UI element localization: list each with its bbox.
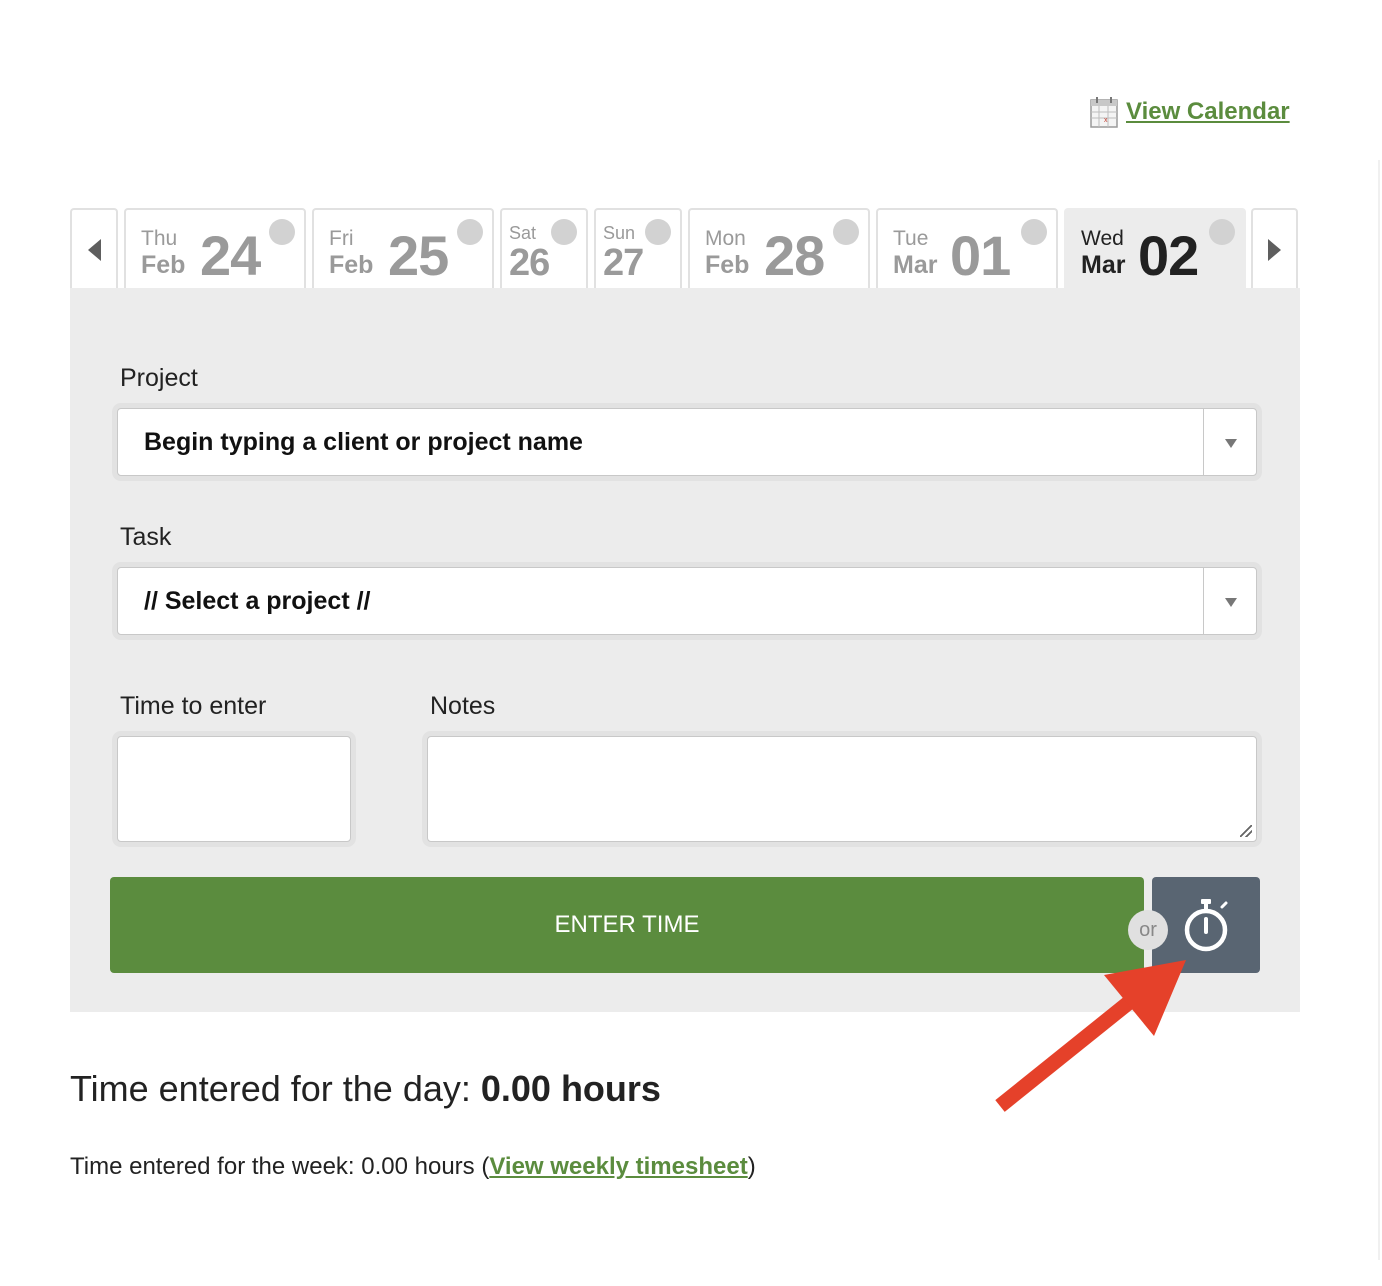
day-tabs: Thu Feb 24 Fri Feb 25 Sat 26 Sun 27 Mon … [70,208,1300,290]
day-total-label: Time entered for the day: [70,1068,481,1109]
day-number: 24 [200,224,261,287]
project-select-value: Begin typing a client or project name [144,428,583,456]
day-tab-sat-26[interactable]: Sat 26 [500,208,588,290]
start-timer-button[interactable] [1152,877,1260,973]
day-number: 25 [388,224,449,287]
project-select[interactable]: Begin typing a client or project name [117,408,1257,476]
day-status-dot [833,219,859,245]
day-of-week: Thu [141,227,178,250]
notes-label: Notes [430,692,496,720]
or-separator: or [1128,910,1168,950]
day-number: 26 [509,242,550,284]
task-select[interactable]: // Select a project // [117,567,1257,635]
day-tab-tue-01[interactable]: Tue Mar 01 [876,208,1058,290]
day-number: 01 [950,224,1011,287]
day-tab-fri-25[interactable]: Fri Feb 25 [312,208,494,290]
time-input[interactable] [117,736,351,842]
week-total-suffix: ) [747,1153,756,1180]
day-number: 28 [764,224,825,287]
day-of-week: Sun [603,223,636,243]
day-month: Mar [893,251,938,279]
project-label: Project [120,364,198,392]
svg-text:x: x [1104,117,1108,124]
day-total-value: 0.00 hours [480,1068,661,1109]
day-number: 27 [603,242,644,284]
day-status-dot [1209,219,1235,245]
day-of-week: Fri [329,227,354,250]
day-of-week: Wed [1081,227,1124,250]
day-month: Mar [1081,251,1126,279]
resize-handle-icon[interactable] [1240,825,1252,837]
day-of-week: Mon [705,227,746,250]
day-month: Feb [705,251,750,279]
view-calendar-link-group[interactable]: x View Calendar [1090,96,1290,128]
previous-day-button[interactable] [70,208,118,290]
calendar-icon: x [1090,97,1118,128]
day-month: Feb [329,251,374,279]
day-of-week: Sat [509,223,537,243]
view-calendar-link[interactable]: View Calendar [1126,98,1290,126]
day-status-dot [1021,219,1047,245]
next-day-button[interactable] [1251,208,1298,290]
week-total-label: Time entered for the week: 0.00 hours ( [70,1153,490,1180]
chevron-down-icon[interactable] [1225,439,1237,448]
day-status-dot [457,219,483,245]
page-edge [1378,160,1380,1260]
day-status-dot [551,219,577,245]
task-label: Task [120,523,172,551]
stopwatch-icon [1184,899,1228,952]
view-weekly-timesheet-link[interactable]: View weekly timesheet [489,1153,747,1180]
task-select-value: // Select a project // [144,587,371,615]
day-number: 02 [1138,224,1199,287]
day-status-dot [645,219,671,245]
day-tab-sun-27[interactable]: Sun 27 [594,208,682,290]
day-tab-mon-28[interactable]: Mon Feb 28 [688,208,870,290]
enter-time-button[interactable]: ENTER TIME [110,877,1144,973]
time-to-enter-label: Time to enter [120,692,267,720]
select-divider [1203,409,1204,475]
notes-textarea[interactable] [427,736,1257,842]
day-total: Time entered for the day: 0.00 hours [70,1068,661,1110]
day-tab-wed-02[interactable]: Wed Mar 02 [1064,208,1246,290]
week-total: Time entered for the week: 0.00 hours (V… [70,1153,756,1181]
day-of-week: Tue [893,227,929,250]
arrow-right-icon [1268,239,1281,261]
day-status-dot [269,219,295,245]
arrow-left-icon [87,239,101,261]
chevron-down-icon[interactable] [1225,598,1237,607]
day-tab-thu-24[interactable]: Thu Feb 24 [124,208,306,290]
time-entry-form: Project Begin typing a client or project… [70,288,1300,1012]
day-month: Feb [141,251,186,279]
select-divider [1203,568,1204,634]
